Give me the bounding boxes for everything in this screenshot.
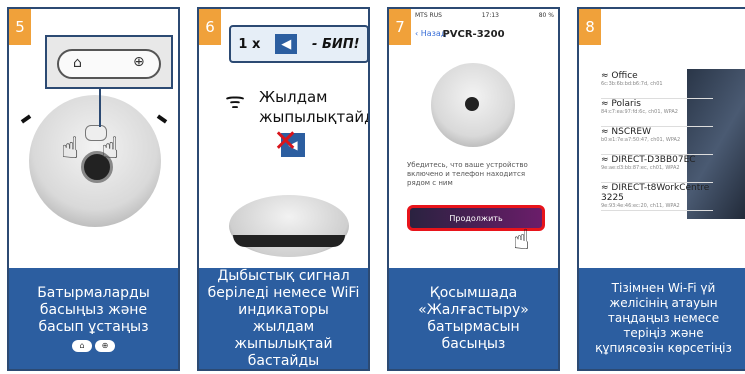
home-icon: ⌂ xyxy=(73,55,82,71)
step-6-image: 6 1 x ◀ - БИП! ᯤ Жылдам жыпылықтайды ◀ ✕ xyxy=(199,9,368,268)
step-8-panel: 8 ≈ Office 6c:3b:6b:bd:b6:7d, ch01 ≈ Pol… xyxy=(577,7,745,371)
step-caption: Дыбыстық сигнал беріледі немесе WiFi инд… xyxy=(207,267,360,369)
spot-clean-icon: ⊕ xyxy=(133,54,145,70)
wifi-icon: ≈ xyxy=(601,127,609,137)
step-7-panel: 7 MTS RUS 17:13 80 % ‹ Назад PVCR-3200 У… xyxy=(387,7,560,371)
wifi-icon: ≈ xyxy=(601,71,609,81)
robot-side-brush-left xyxy=(20,114,32,124)
network-name: DIRECT-t8WorkCentre 3225 xyxy=(601,183,710,203)
network-detail: 9e:93:4e:46:ec:20, ch11, WPA2 xyxy=(601,203,680,209)
phone-status-bar: MTS RUS 17:13 80 % xyxy=(415,12,554,19)
network-name: Polaris xyxy=(611,99,641,109)
status-time: 17:13 xyxy=(481,12,499,19)
status-carrier: MTS RUS xyxy=(415,12,442,19)
button-pill: ⌂ ⊕ xyxy=(57,49,161,79)
callout-line xyxy=(99,85,101,127)
step-caption: Тізімнен Wi-Fi үй желісінің атауын таңда… xyxy=(595,281,732,355)
wifi-network-item[interactable]: ≈ Polaris 84:c7:ea:97:fd:6c, ch01, WPA2 xyxy=(601,99,713,127)
wifi-blink-text: Жылдам жыпылықтайды xyxy=(259,88,368,126)
network-name: Office xyxy=(611,71,638,81)
wifi-network-item[interactable]: ≈ DIRECT-D3BB07EC 9e:ae:d3:bb:87:ec, ch0… xyxy=(601,155,713,183)
step-5-image: 5 ☝ ☝ ⌂ ⊕ xyxy=(9,9,178,268)
network-detail: 84:c7:ea:97:fd:6c, ch01, WPA2 xyxy=(601,109,678,115)
network-name: DIRECT-D3BB07EC xyxy=(611,155,696,165)
beep-label: - БИП! xyxy=(312,36,360,52)
speaker-icon: ◀ xyxy=(275,34,298,54)
step-7-caption-box: Қосымшада «Жалғастыру» батырмасын басыңы… xyxy=(389,268,558,369)
model-title: PVCR-3200 xyxy=(442,29,505,40)
wifi-icon: ᯤ xyxy=(225,89,246,114)
step-caption: Қосымшада «Жалғастыру» батырмасын басыңы… xyxy=(418,284,529,352)
step-5-panel: 5 ☝ ☝ ⌂ ⊕ Батырмаларды басыңыз және басы… xyxy=(7,7,180,371)
beep-count: 1 x xyxy=(238,36,261,52)
step-8-image: 8 ≈ Office 6c:3b:6b:bd:b6:7d, ch01 ≈ Pol… xyxy=(579,9,745,268)
info-text: Убедитесь, что ваше устройство включено … xyxy=(407,161,528,187)
step-7-image: 7 MTS RUS 17:13 80 % ‹ Назад PVCR-3200 У… xyxy=(389,9,558,268)
spot-clean-icon: ⊕ xyxy=(95,340,115,352)
hand-icon: ☝ xyxy=(101,131,120,166)
hand-pointer-icon: ☝ xyxy=(513,223,531,256)
buttons-callout: ⌂ ⊕ xyxy=(45,35,173,89)
wifi-icon: ≈ xyxy=(601,155,609,165)
network-detail: b0:e1:7e:a7:50:47, ch01, WPA2 xyxy=(601,137,681,143)
home-icon: ⌂ xyxy=(72,340,92,352)
step-6-panel: 6 1 x ◀ - БИП! ᯤ Жылдам жыпылықтайды ◀ ✕… xyxy=(197,7,370,371)
step-5-caption-box: Батырмаларды басыңыз және басып ұстаңыз … xyxy=(9,268,178,369)
step-number: 8 xyxy=(579,9,601,45)
step-caption: Батырмаларды басыңыз және басып ұстаңыз xyxy=(37,285,150,335)
wifi-icon: ≈ xyxy=(601,99,609,109)
hand-icon: ☝ xyxy=(61,131,80,166)
step-6-caption-box: Дыбыстық сигнал беріледі немесе WiFi инд… xyxy=(199,268,368,369)
wifi-network-item[interactable]: ≈ Office 6c:3b:6b:bd:b6:7d, ch01 xyxy=(601,71,713,99)
robot-bumper xyxy=(233,235,345,247)
robot-side-brush-right xyxy=(156,114,168,124)
wifi-network-list: ≈ Office 6c:3b:6b:bd:b6:7d, ch01 ≈ Polar… xyxy=(601,71,713,211)
beep-indicator: 1 x ◀ - БИП! xyxy=(229,25,368,63)
wifi-network-item[interactable]: ≈ NSCREW b0:e1:7e:a7:50:47, ch01, WPA2 xyxy=(601,127,713,155)
robot-camera xyxy=(465,97,479,111)
network-name: NSCREW xyxy=(611,127,651,137)
step-number: 6 xyxy=(199,9,221,45)
network-detail: 6c:3b:6b:bd:b6:7d, ch01 xyxy=(601,81,663,87)
step-8-caption-box: Тізімнен Wi-Fi үй желісінің атауын таңда… xyxy=(579,268,745,369)
wifi-network-item[interactable]: ≈ DIRECT-t8WorkCentre 3225 9e:93:4e:46:e… xyxy=(601,183,713,211)
status-battery: 80 % xyxy=(538,12,554,19)
buttons-mini-icon: ⌂ ⊕ xyxy=(72,340,115,352)
step-number: 5 xyxy=(9,9,31,45)
wifi-icon: ≈ xyxy=(601,183,609,193)
cross-mark-icon: ✕ xyxy=(273,124,299,159)
network-detail: 9e:ae:d3:bb:87:ec, ch01, WPA2 xyxy=(601,165,680,171)
robot-vacuum xyxy=(229,195,349,257)
